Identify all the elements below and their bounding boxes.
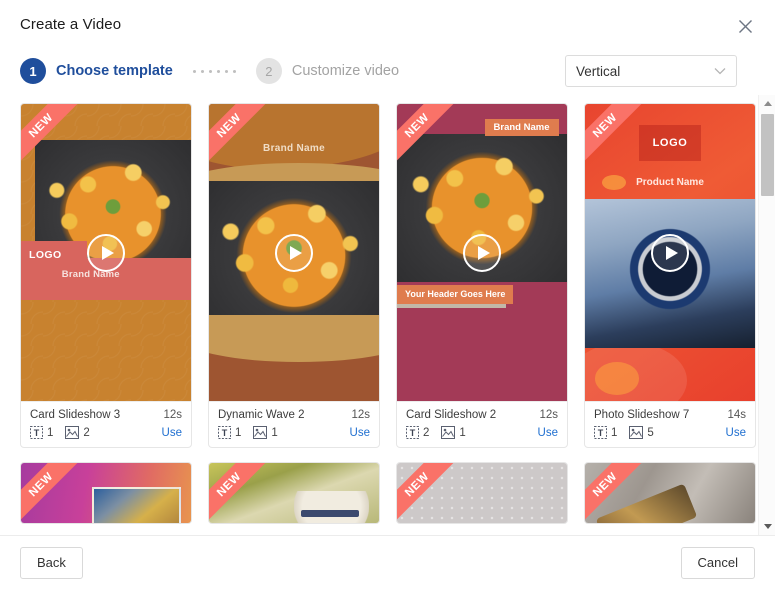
thumbnail-header-text: Your Header Goes Here	[397, 285, 514, 309]
image-layers-icon	[441, 426, 456, 439]
template-name: Photo Slideshow 7	[594, 409, 690, 421]
orientation-dropdown[interactable]: Vertical	[565, 55, 737, 87]
thumbnail-photo-accent	[300, 509, 359, 517]
template-card[interactable]: NEW	[20, 462, 192, 524]
template-thumbnail[interactable]: Brand Name NEW	[209, 104, 379, 401]
template-name: Dynamic Wave 2	[218, 409, 305, 421]
text-layers-icon: T	[594, 426, 607, 439]
thumbnail-product-text: Product Name	[636, 176, 704, 188]
thumbnail-brand-text: Brand Name	[484, 118, 559, 136]
template-duration: 12s	[351, 409, 370, 421]
template-gallery: LOGO Brand Name NEW Card Slideshow 3 12s	[0, 94, 775, 535]
close-icon	[738, 19, 753, 34]
cancel-button[interactable]: Cancel	[680, 546, 755, 579]
template-duration: 14s	[727, 409, 746, 421]
back-button[interactable]: Back	[20, 546, 83, 579]
text-layers-icon: T	[218, 426, 231, 439]
scroll-down-arrow-icon[interactable]	[759, 518, 775, 535]
template-thumbnail[interactable]: LOGO Brand Name NEW	[21, 104, 191, 401]
scrollbar-thumb[interactable]	[761, 114, 774, 196]
step-customize-video[interactable]: 2 Customize video	[255, 58, 400, 84]
template-thumbnail[interactable]: NEW	[21, 463, 191, 523]
template-meta: Photo Slideshow 7 14s T 1 5 Use	[585, 401, 755, 447]
template-grid: LOGO Brand Name NEW Card Slideshow 3 12s	[20, 103, 756, 524]
step-1-label: Choose template	[56, 63, 173, 79]
template-thumbnail[interactable]: NEW	[585, 463, 755, 523]
step-2-label: Customize video	[291, 63, 400, 79]
template-meta: Dynamic Wave 2 12s T 1 1 Use	[209, 401, 379, 447]
template-meta: Card Slideshow 2 12s T 2 1 Use	[397, 401, 567, 447]
template-grid-scroll: LOGO Brand Name NEW Card Slideshow 3 12s	[0, 95, 758, 535]
step-choose-template[interactable]: 1 Choose template	[20, 58, 173, 84]
template-card[interactable]: NEW	[584, 462, 756, 524]
step-indicator-bar: 1 Choose template 2 Customize video Vert…	[0, 48, 775, 94]
step-connector-dots	[192, 69, 236, 73]
use-template-link[interactable]: Use	[350, 427, 370, 439]
template-thumbnail[interactable]: Brand Name Your Header Goes Here NEW	[397, 104, 567, 401]
svg-text:T: T	[598, 428, 604, 438]
template-thumbnail[interactable]: NEW	[209, 463, 379, 523]
template-card[interactable]: Brand Name Your Header Goes Here NEW Car…	[396, 103, 568, 448]
play-icon[interactable]	[463, 233, 501, 272]
play-icon[interactable]	[87, 233, 125, 272]
template-thumbnail[interactable]: LOGO Product Name NEW	[585, 104, 755, 401]
play-icon[interactable]	[275, 233, 313, 272]
image-layer-count: 1	[271, 426, 278, 439]
use-template-link[interactable]: Use	[726, 427, 746, 439]
text-layers-icon: T	[406, 426, 419, 439]
chevron-down-icon	[714, 67, 726, 75]
dialog-header: Create a Video	[0, 0, 775, 48]
thumbnail-photo	[585, 199, 755, 348]
image-layers-icon	[629, 426, 644, 439]
use-template-link[interactable]: Use	[538, 427, 558, 439]
template-name: Card Slideshow 3	[30, 409, 121, 421]
svg-text:T: T	[410, 428, 416, 438]
template-card[interactable]: LOGO Product Name NEW Photo Slideshow 7 …	[584, 103, 756, 448]
play-icon[interactable]	[651, 233, 689, 272]
thumbnail-photo	[294, 490, 369, 523]
image-layer-count: 2	[83, 426, 90, 439]
template-card[interactable]: LOGO Brand Name NEW Card Slideshow 3 12s	[20, 103, 192, 448]
thumbnail-wave-bottom	[209, 314, 379, 363]
text-layer-count: 2	[423, 426, 430, 439]
thumbnail-logo-text: LOGO	[21, 240, 88, 271]
orientation-value: Vertical	[576, 63, 621, 79]
scroll-up-arrow-icon[interactable]	[759, 95, 775, 112]
template-meta: Card Slideshow 3 12s T 1 2 Use	[21, 401, 191, 447]
template-thumbnail[interactable]: NEW	[397, 463, 567, 523]
template-card[interactable]: NEW	[208, 462, 380, 524]
thumbnail-brand-text: Brand Name	[263, 142, 325, 154]
template-duration: 12s	[539, 409, 558, 421]
gallery-scrollbar[interactable]	[758, 95, 775, 535]
image-layers-icon	[253, 426, 268, 439]
text-layers-icon: T	[30, 426, 43, 439]
svg-text:T: T	[222, 428, 228, 438]
image-layers-icon	[65, 426, 80, 439]
image-layer-count: 1	[459, 426, 466, 439]
text-layer-count: 1	[235, 426, 242, 439]
page-title: Create a Video	[20, 15, 122, 33]
template-name: Card Slideshow 2	[406, 409, 497, 421]
dialog-footer: Back Cancel	[0, 535, 775, 589]
step-1-number: 1	[20, 58, 46, 84]
create-video-dialog: Create a Video 1 Choose template 2 Custo…	[0, 0, 775, 589]
template-card[interactable]: Brand Name NEW Dynamic Wave 2 12s T 1 1 …	[208, 103, 380, 448]
template-duration: 12s	[163, 409, 182, 421]
text-layer-count: 1	[611, 426, 618, 439]
thumbnail-logo-text: LOGO	[639, 124, 701, 161]
use-template-link[interactable]: Use	[162, 427, 182, 439]
svg-text:T: T	[34, 428, 40, 438]
text-layer-count: 1	[47, 426, 54, 439]
step-2-number: 2	[255, 58, 282, 84]
image-layer-count: 5	[647, 426, 654, 439]
thumbnail-photo	[92, 487, 181, 523]
template-card[interactable]: NEW	[396, 462, 568, 524]
close-button[interactable]	[731, 12, 759, 40]
